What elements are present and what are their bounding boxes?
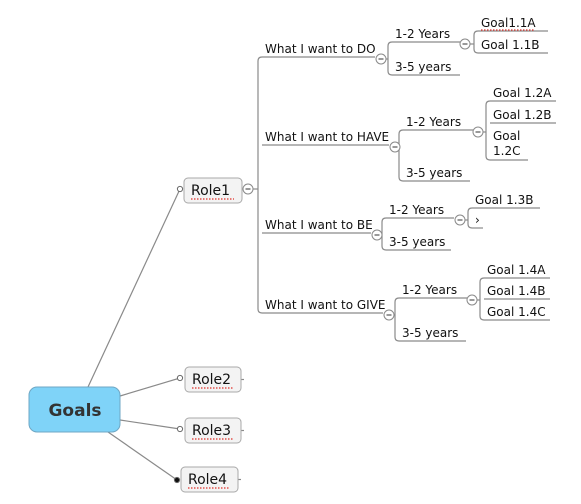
timeframe-topic-label[interactable]: 3-5 years xyxy=(406,166,462,180)
timeframe-topic-label[interactable]: 1-2 Years xyxy=(402,283,457,297)
anchor-dot-icon xyxy=(176,374,184,382)
child-bracket xyxy=(381,217,387,251)
goal-topic-label[interactable]: Goal 1.4B xyxy=(487,284,545,298)
branch-topic-label[interactable]: What I want to BE xyxy=(265,218,373,232)
anchor-dot-icon xyxy=(176,185,184,193)
role-label: Role4 xyxy=(188,472,227,488)
branch-collapse-icon[interactable] xyxy=(389,141,401,153)
goal-bracket xyxy=(485,100,491,161)
central-topic[interactable]: Goals xyxy=(28,386,121,433)
branch-topic-label[interactable]: What I want to GIVE xyxy=(265,298,385,312)
role-connector xyxy=(107,431,178,481)
branch-topic-label[interactable]: What I want to HAVE xyxy=(265,130,389,144)
goal-topic-label[interactable]: Goal 1.3B xyxy=(475,193,533,207)
timeframe-collapse-icon[interactable] xyxy=(472,126,484,138)
central-topic-label: Goals xyxy=(48,401,101,421)
branch-topic-label[interactable]: What I want to DO xyxy=(265,42,376,56)
timeframe-topic-label[interactable]: 1-2 Years xyxy=(406,115,461,129)
goal-topic-label[interactable]: Goal 1.2C xyxy=(493,129,520,158)
timeframe-topic-label[interactable]: 1-2 Years xyxy=(389,203,444,217)
anchor-dot-icon xyxy=(176,425,184,433)
mind-map-canvas: Goals Role1 Role2 Role3 Role4 What I want to … xyxy=(28,16,556,493)
child-bracket xyxy=(387,41,393,76)
child-bracket xyxy=(398,129,404,182)
connector-lines xyxy=(87,30,556,481)
goal-bracket xyxy=(467,207,473,229)
role-connector xyxy=(119,377,181,397)
role-label: Role1 xyxy=(191,183,230,199)
selected-anchor-dot-icon xyxy=(173,476,181,484)
trunk-top xyxy=(257,56,263,62)
goal-topic-label[interactable]: Goal1.1A xyxy=(481,16,536,30)
role-connector xyxy=(87,188,181,388)
child-bracket xyxy=(394,297,400,342)
role-label: Role2 xyxy=(192,372,231,388)
topic-nodes: Goals Role1 Role2 Role3 Role4 What I want to … xyxy=(28,16,552,493)
timeframe-topic-label[interactable]: 3-5 years xyxy=(395,60,451,74)
goal-bracket xyxy=(479,277,485,321)
goal-topic-label[interactable]: Goal 1.2A xyxy=(493,86,552,100)
timeframe-collapse-icon[interactable] xyxy=(454,214,466,226)
timeframe-topic-label[interactable]: 1-2 Years xyxy=(395,27,450,41)
goal-topic-label[interactable]: Goal 1.1B xyxy=(481,38,539,52)
branch-collapse-icon[interactable] xyxy=(375,53,387,65)
role-connector xyxy=(119,419,181,430)
trunk-bottom xyxy=(257,308,263,314)
goal-topic-label[interactable]: Goal 1.4C xyxy=(487,305,546,319)
role-label: Role3 xyxy=(192,423,231,439)
timeframe-topic-label[interactable]: 3-5 years xyxy=(402,326,458,340)
branch-collapse-icon[interactable] xyxy=(383,309,395,321)
goal-topic-label[interactable]: › xyxy=(475,213,480,227)
role1-collapse-icon[interactable] xyxy=(242,183,254,195)
goal-bracket xyxy=(473,30,479,54)
timeframe-collapse-icon[interactable] xyxy=(459,38,471,50)
goal-topic-label[interactable]: Goal 1.4A xyxy=(487,263,546,277)
branch-collapse-icon[interactable] xyxy=(371,229,383,241)
timeframe-collapse-icon[interactable] xyxy=(466,294,478,306)
timeframe-topic-label[interactable]: 3-5 years xyxy=(389,235,445,249)
goal-topic-label[interactable]: Goal 1.2B xyxy=(493,108,551,122)
